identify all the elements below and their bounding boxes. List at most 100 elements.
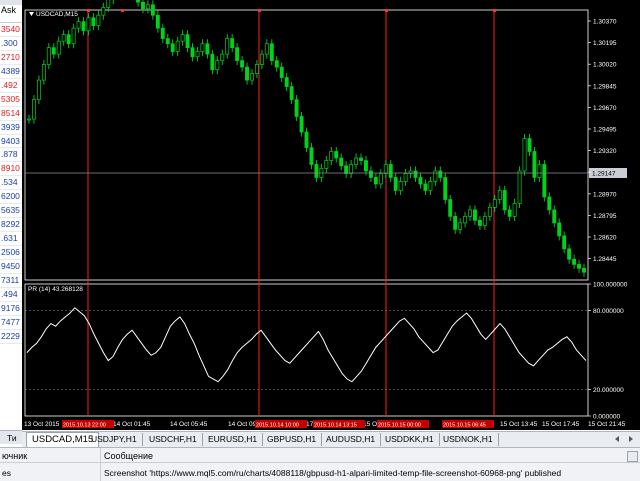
chart-tab-usdnok-h1[interactable]: USDNOK,H1 (438, 433, 499, 446)
market-watch-row[interactable]: 4389 (0, 65, 22, 79)
candle-body (537, 164, 542, 178)
market-watch-row[interactable]: .631 (0, 232, 22, 246)
candle-body (220, 53, 225, 61)
candle-body (398, 180, 403, 191)
indicator-line (26, 307, 587, 383)
market-watch-row[interactable]: 9450 (0, 260, 22, 274)
candle-body (299, 116, 304, 133)
candle-body (210, 53, 215, 71)
candle-body (155, 14, 160, 29)
journal-panel: ючник Сообщение es Screenshot 'https://w… (0, 447, 640, 481)
candle-body (324, 160, 329, 169)
candle-body (71, 27, 76, 45)
market-watch-row[interactable]: 5635 (0, 204, 22, 219)
candle-body (468, 209, 472, 217)
journal-column-message[interactable]: Сообщение (104, 451, 153, 461)
market-watch-row[interactable]: 8292 (0, 218, 22, 233)
candle-body (175, 40, 180, 52)
market-watch-row[interactable]: .492 (0, 79, 22, 93)
market-watch-row[interactable]: 7311 (0, 274, 22, 288)
market-watch-row[interactable]: 9403 (0, 135, 22, 149)
candle-body (492, 199, 497, 208)
candle-body (552, 209, 557, 224)
candle-body (512, 203, 517, 217)
candle-body (150, 4, 155, 16)
price-axis-label: 1.28620 (593, 235, 617, 242)
indicator-axis-label: 100.000000 (593, 282, 628, 289)
candle-body (359, 157, 363, 161)
candle-body (507, 209, 512, 217)
market-watch-row[interactable]: 2229 (0, 330, 22, 344)
candle-body (225, 38, 230, 55)
market-watch-row[interactable]: 3540 (0, 23, 22, 37)
tabs-scroll-left-icon[interactable] (612, 433, 623, 445)
market-watch-row[interactable]: 2506 (0, 246, 22, 260)
ask-column-header[interactable]: Ask (1, 5, 16, 15)
candle-body (334, 151, 339, 159)
market-watch-row[interactable]: .494 (0, 288, 22, 302)
market-watch-row[interactable]: .300 (0, 37, 22, 51)
chart-tab-eurusd-h1[interactable]: EURUSD,H1 (203, 433, 264, 446)
price-axis-label: 1.30370 (593, 19, 617, 26)
time-marker-label: 2015.10.14 10:00 (256, 423, 299, 429)
market-watch-row[interactable]: 2710 (0, 51, 22, 65)
time-axis-label: 15 Oct 13:45 (500, 421, 538, 428)
candle-body (264, 43, 269, 55)
candle-body (373, 177, 378, 185)
candle-body (572, 258, 577, 265)
candle-body (502, 190, 507, 211)
indicator-axis-label: 20.000000 (593, 387, 624, 394)
chart-tab-usdjpy-h1[interactable]: USDJPY,H1 (86, 433, 143, 446)
tabs-scroll-right-icon[interactable] (625, 433, 636, 445)
separator-top-marker (87, 9, 90, 12)
time-axis-label: 14 Oct 05:45 (170, 421, 208, 428)
chart-window[interactable]: 1.29147 1.30370 1.30195 1.30020 1.29845 1.296… (22, 0, 640, 430)
candle-body (81, 21, 86, 32)
candle-body (180, 34, 185, 42)
market-watch-row[interactable]: .878 (0, 148, 22, 163)
time-axis-label: 13 Oct 2015 (24, 421, 60, 428)
candle-body (582, 267, 586, 273)
candle-body (522, 138, 527, 172)
market-watch-row[interactable]: 3939 (0, 121, 22, 135)
chart-tab-gbpusd-h1[interactable]: GBPUSD,H1 (262, 433, 323, 446)
market-watch-row[interactable]: .534 (0, 176, 22, 191)
candle-body (438, 170, 443, 178)
market-watch-row[interactable]: 8910 (0, 162, 22, 177)
candle-body (497, 190, 502, 200)
candle-body (557, 222, 562, 237)
journal-column-divider (100, 448, 101, 481)
candle-body (76, 21, 81, 29)
candle-body (215, 60, 220, 71)
candle-body (393, 177, 398, 191)
candle-body (145, 4, 150, 10)
chart-tab-usdchf-h1[interactable]: USDCHF,H1 (144, 433, 203, 446)
time-marker-label: 2015.10.13 22:00 (63, 423, 106, 429)
market-watch-row[interactable]: 6200 (0, 190, 22, 205)
separator-top-marker (385, 9, 388, 12)
candle-body (532, 151, 537, 178)
market-watch-tab[interactable]: Ти (0, 430, 22, 444)
candle-body (477, 219, 482, 226)
candle-body (547, 196, 552, 211)
market-watch-row[interactable]: 9176 (0, 302, 22, 316)
candle-body (245, 66, 249, 81)
price-axis-label: 1.28970 (593, 191, 617, 198)
market-watch-row[interactable]: 7477 (0, 316, 22, 330)
candle-body (423, 183, 428, 191)
price-chart[interactable]: 1.29147 1.30370 1.30195 1.30020 1.29845 1.296… (22, 0, 640, 430)
candle-body (339, 157, 344, 167)
journal-column-source[interactable]: ючник (2, 451, 27, 461)
candle-body (567, 248, 572, 260)
chart-tab-audusd-h1[interactable]: AUDUSD,H1 (321, 433, 382, 446)
market-watch-header: Ask (0, 0, 22, 23)
indicator-label: PR (14) 43.268128 (28, 286, 83, 293)
candle-body (448, 199, 453, 217)
journal-scroll-up-icon[interactable] (627, 451, 638, 462)
chart-tab-usddkk-h1[interactable]: USDDKK,H1 (380, 433, 440, 446)
indicator-axis-label: 0.000000 (593, 414, 620, 421)
candle-body (195, 51, 200, 58)
market-watch-row[interactable]: 5305 (0, 93, 22, 107)
market-watch-row[interactable]: 8514 (0, 107, 22, 121)
candle-body (473, 209, 477, 221)
